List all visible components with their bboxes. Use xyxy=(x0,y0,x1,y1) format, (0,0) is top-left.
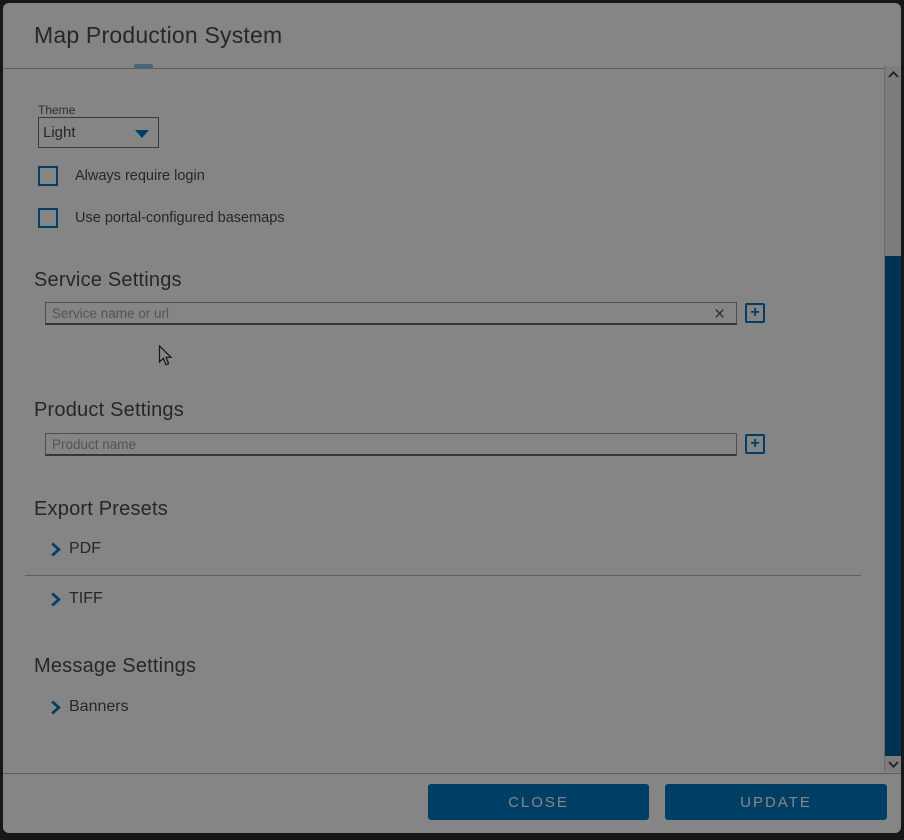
service-name-input[interactable] xyxy=(45,302,737,325)
always-require-login-label: Always require login xyxy=(75,168,205,184)
dialog-title: Map Production System xyxy=(34,22,282,49)
map-production-settings-dialog: Map Production System Theme Light Always… xyxy=(3,3,901,833)
portal-basemaps-checkbox[interactable] xyxy=(38,208,58,228)
scroll-up-arrow-icon[interactable] xyxy=(885,66,901,82)
scrollbar-thumb[interactable] xyxy=(885,256,901,756)
product-settings-heading: Product Settings xyxy=(34,399,184,422)
portal-basemaps-label: Use portal-configured basemaps xyxy=(75,210,285,226)
service-settings-heading: Service Settings xyxy=(34,269,182,292)
plus-icon: + xyxy=(750,436,759,452)
chevron-right-icon xyxy=(50,542,61,557)
portal-basemaps-row: Use portal-configured basemaps xyxy=(38,208,285,228)
footer-divider xyxy=(3,773,901,774)
clear-icon[interactable]: × xyxy=(714,305,725,324)
add-service-button[interactable]: + xyxy=(745,303,765,323)
chevron-down-icon xyxy=(135,130,149,138)
export-preset-tiff-expander[interactable]: TIFF xyxy=(50,590,103,608)
export-presets-heading: Export Presets xyxy=(34,498,168,521)
export-preset-label: PDF xyxy=(69,540,101,558)
always-require-login-row: Always require login xyxy=(38,166,205,186)
preset-divider xyxy=(25,575,861,576)
vertical-scrollbar[interactable] xyxy=(884,66,901,772)
export-preset-label: TIFF xyxy=(69,590,103,608)
theme-selected-value: Light xyxy=(43,124,76,141)
clipped-scrolled-element xyxy=(134,64,153,69)
product-name-input[interactable] xyxy=(45,433,737,456)
mouse-cursor xyxy=(158,345,173,372)
banners-label: Banners xyxy=(69,698,129,716)
always-require-login-checkbox[interactable] xyxy=(38,166,58,186)
export-preset-pdf-expander[interactable]: PDF xyxy=(50,540,101,558)
update-button[interactable]: UPDATE xyxy=(665,784,887,820)
theme-label: Theme xyxy=(38,103,75,117)
plus-icon: + xyxy=(750,305,759,321)
add-product-button[interactable]: + xyxy=(745,434,765,454)
chevron-right-icon xyxy=(50,700,61,715)
theme-select[interactable]: Light xyxy=(38,117,159,148)
banners-expander[interactable]: Banners xyxy=(50,698,129,716)
close-button[interactable]: CLOSE xyxy=(428,784,649,820)
chevron-right-icon xyxy=(50,592,61,607)
scroll-down-arrow-icon[interactable] xyxy=(885,756,901,772)
message-settings-heading: Message Settings xyxy=(34,655,196,678)
